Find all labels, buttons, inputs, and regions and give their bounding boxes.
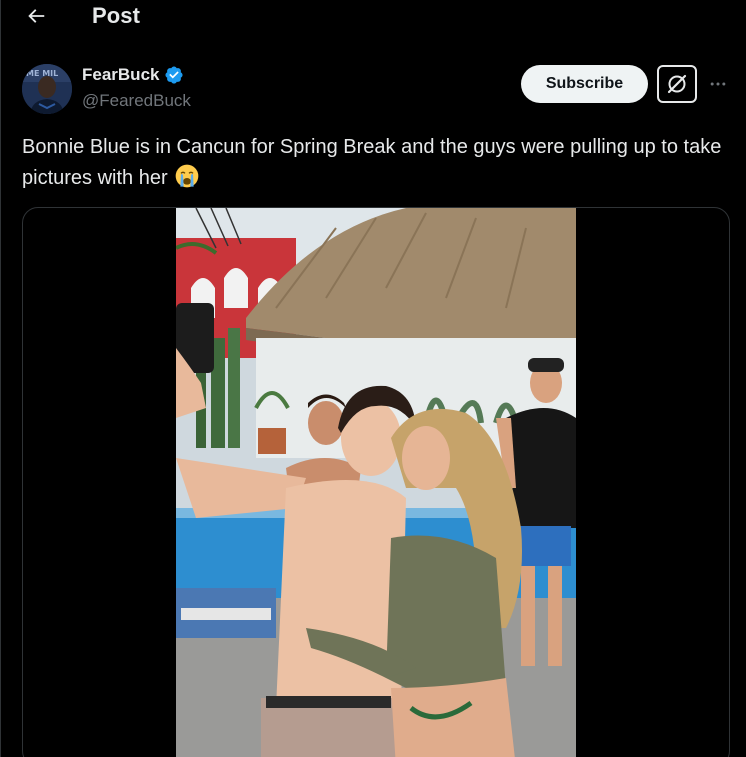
grok-button[interactable] — [657, 65, 697, 103]
post-header: Post — [0, 0, 746, 36]
grok-icon — [667, 74, 687, 94]
video-frame — [176, 208, 576, 757]
more-horizontal-icon — [710, 82, 726, 86]
arrow-left-icon — [28, 9, 45, 23]
post-text-content: Bonnie Blue is in Cancun for Spring Brea… — [22, 136, 722, 189]
verified-badge-icon — [165, 66, 184, 84]
avatar[interactable]: ME MIL — [22, 64, 72, 114]
loudly-crying-face-icon — [175, 164, 199, 188]
author-name-row: FearBuck — [82, 65, 184, 85]
subscribe-button[interactable]: Subscribe — [521, 65, 648, 103]
column-border — [0, 0, 1, 757]
back-button[interactable] — [22, 2, 50, 30]
author-handle[interactable]: @FearedBuck — [82, 91, 191, 111]
author-name[interactable]: FearBuck — [82, 65, 159, 85]
more-button[interactable] — [704, 72, 732, 96]
svg-text:ME MIL: ME MIL — [26, 69, 58, 78]
avatar-image: ME MIL — [22, 64, 72, 114]
post-text: Bonnie Blue is in Cancun for Spring Brea… — [22, 132, 737, 194]
video-player[interactable] — [176, 208, 576, 757]
media-card[interactable] — [22, 207, 730, 757]
page-title: Post — [92, 3, 141, 28]
